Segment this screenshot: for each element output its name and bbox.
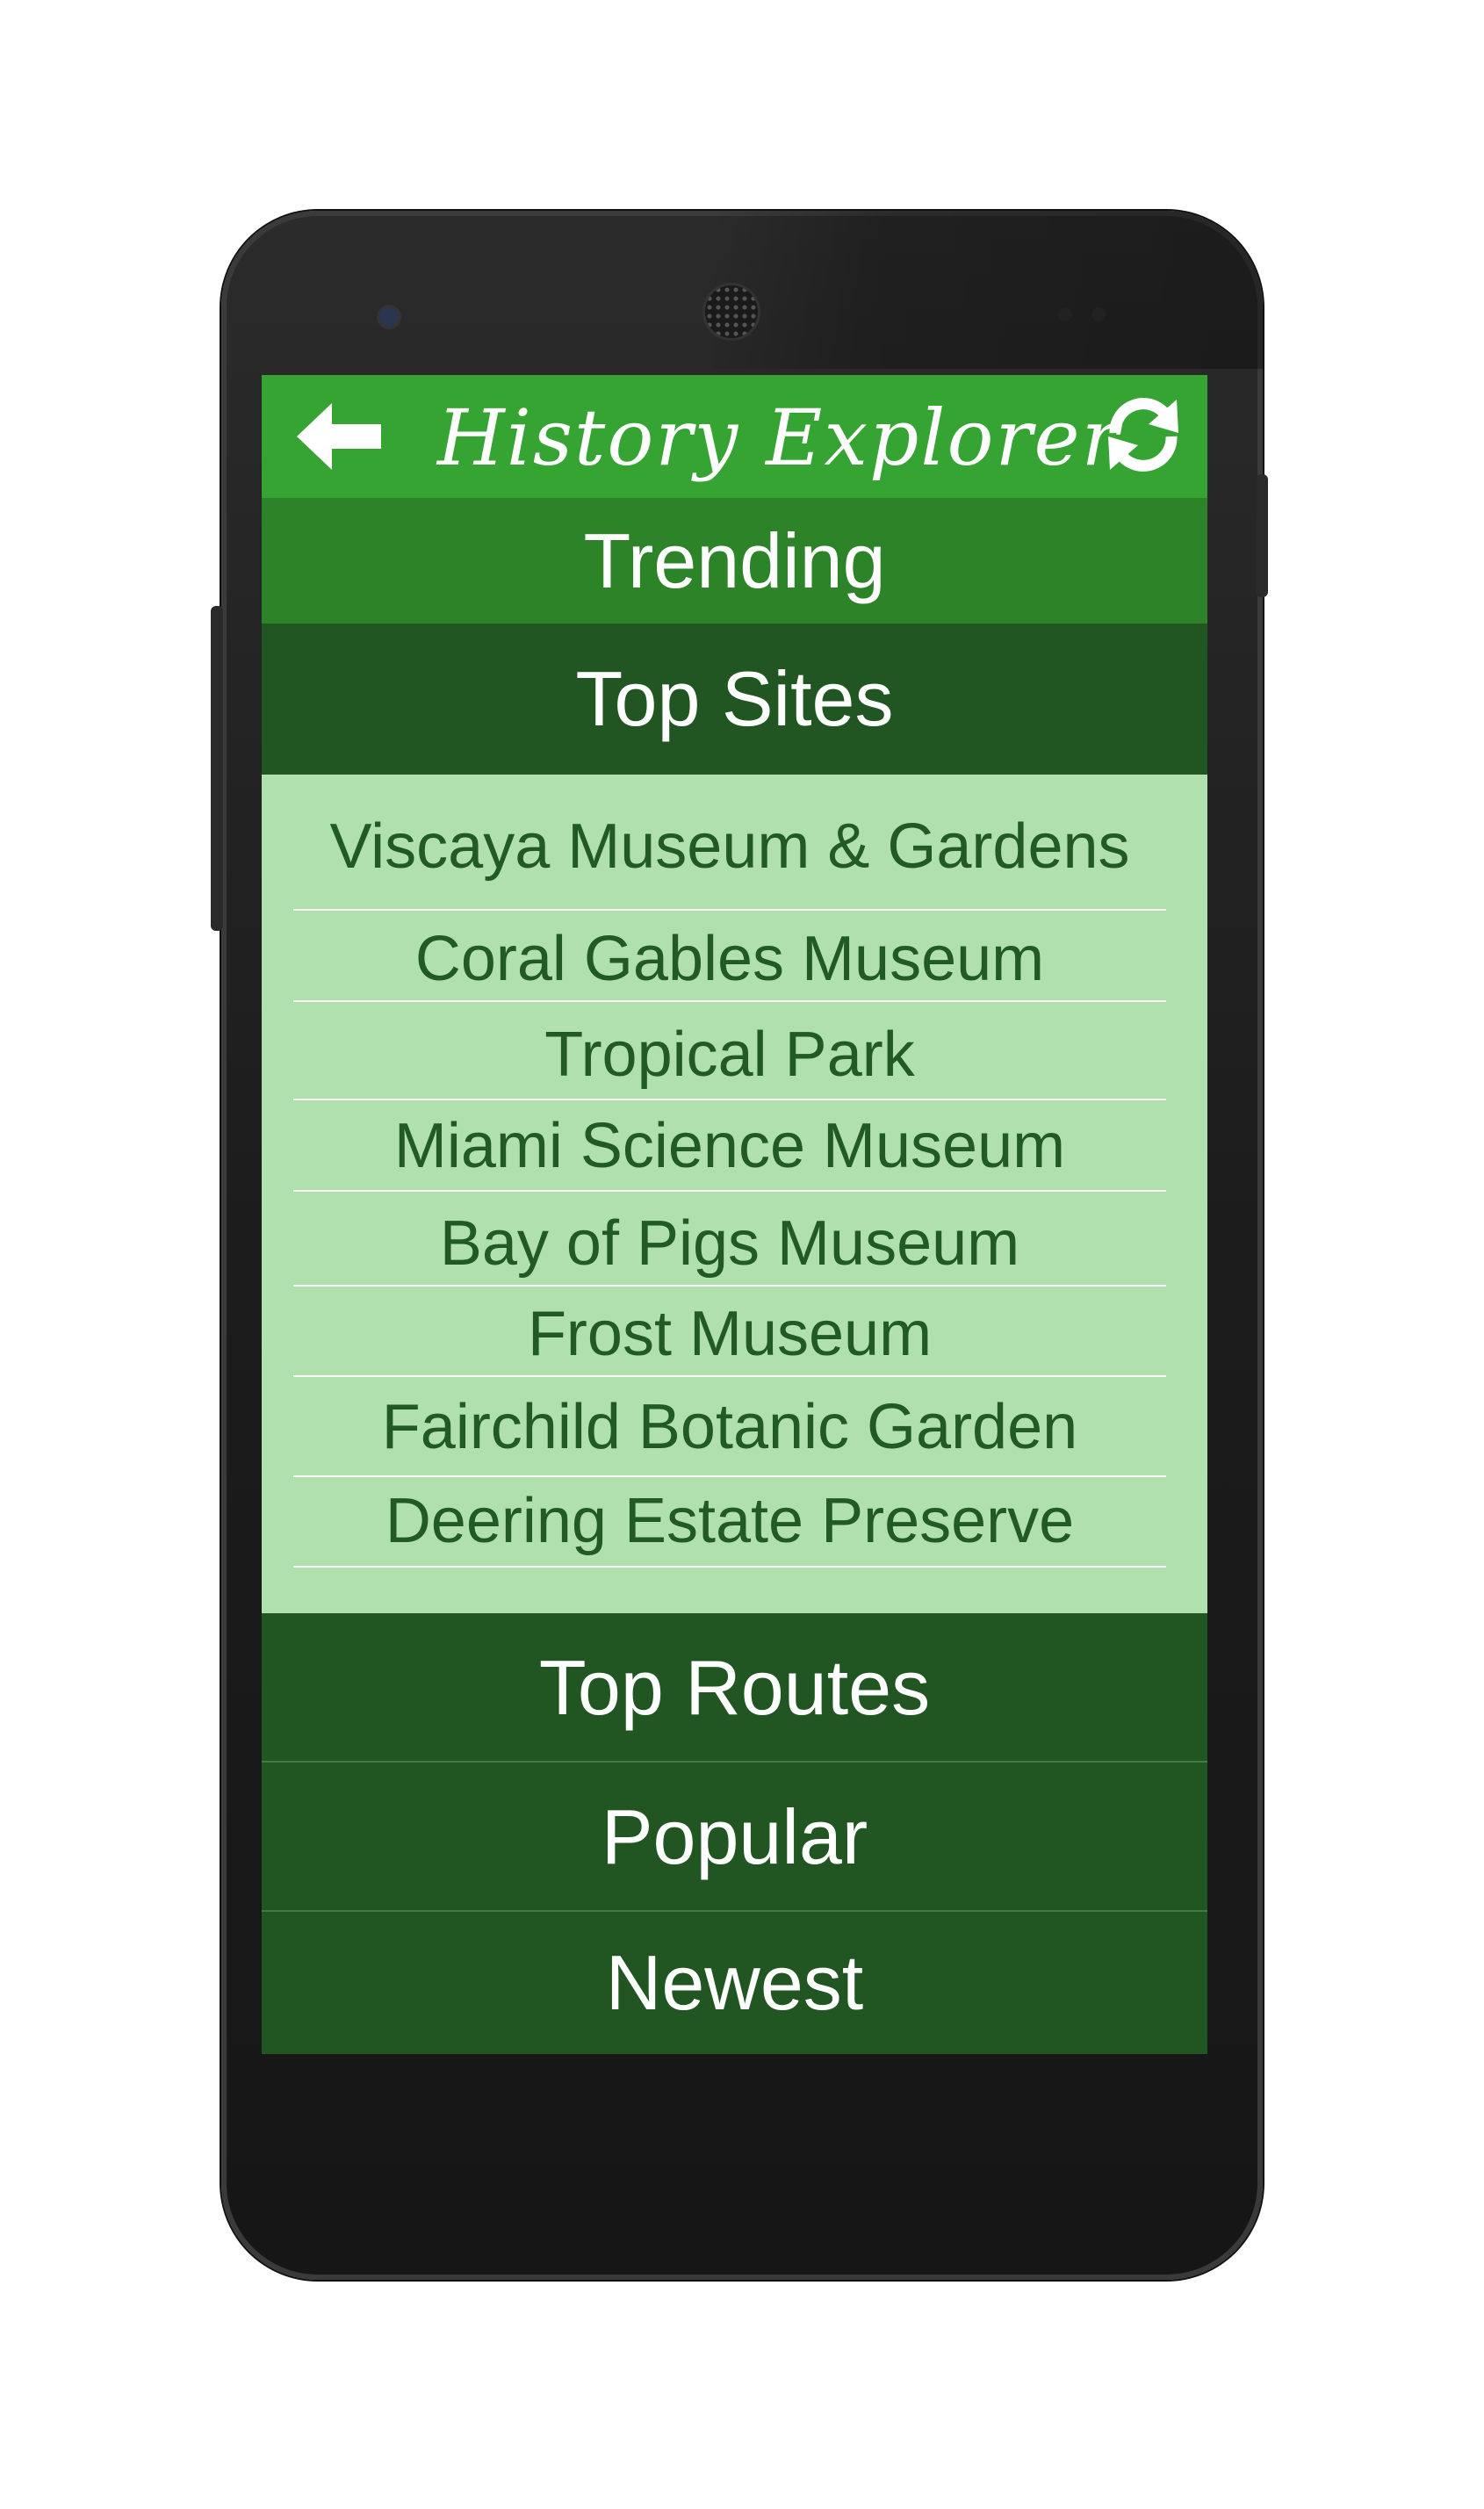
power-button xyxy=(1256,474,1268,597)
volume-button xyxy=(211,606,223,931)
list-item[interactable]: Coral Gables Museum xyxy=(293,911,1166,1002)
tab-top-sites[interactable]: Top Sites xyxy=(262,624,1207,775)
front-camera xyxy=(379,307,399,327)
list-item[interactable]: Tropical Park xyxy=(293,1002,1166,1100)
app-header: History Explorer xyxy=(262,375,1207,498)
light-sensor xyxy=(1091,307,1106,321)
refresh-icon[interactable] xyxy=(1103,394,1184,475)
list-item[interactable]: Viscaya Museum & Gardens xyxy=(293,775,1166,911)
tab-trending[interactable]: Trending xyxy=(262,498,1207,624)
proximity-sensor xyxy=(1058,307,1072,321)
app-title: History Explorer xyxy=(437,393,1120,483)
earpiece-speaker xyxy=(705,285,758,338)
tab-newest[interactable]: Newest xyxy=(262,1912,1207,2054)
tab-popular[interactable]: Popular xyxy=(262,1763,1207,1912)
list-item[interactable]: Bay of Pigs Museum xyxy=(293,1192,1166,1287)
tab-top-routes[interactable]: Top Routes xyxy=(262,1613,1207,1763)
arrow-left-icon[interactable] xyxy=(297,403,381,470)
list-item[interactable]: Fairchild Botanic Garden xyxy=(293,1377,1166,1477)
top-sites-list: Viscaya Museum & Gardens Coral Gables Mu… xyxy=(262,775,1207,1613)
app-logo: History Explorer xyxy=(437,386,1120,491)
list-item[interactable]: Frost Museum xyxy=(293,1287,1166,1377)
list-item[interactable]: Deering Estate Preserve xyxy=(293,1477,1166,1568)
list-item[interactable]: Miami Science Museum xyxy=(293,1100,1166,1192)
app-screen: History Explorer Trending Top Sites Visc… xyxy=(262,375,1207,2054)
phone-gloss xyxy=(713,211,1263,369)
